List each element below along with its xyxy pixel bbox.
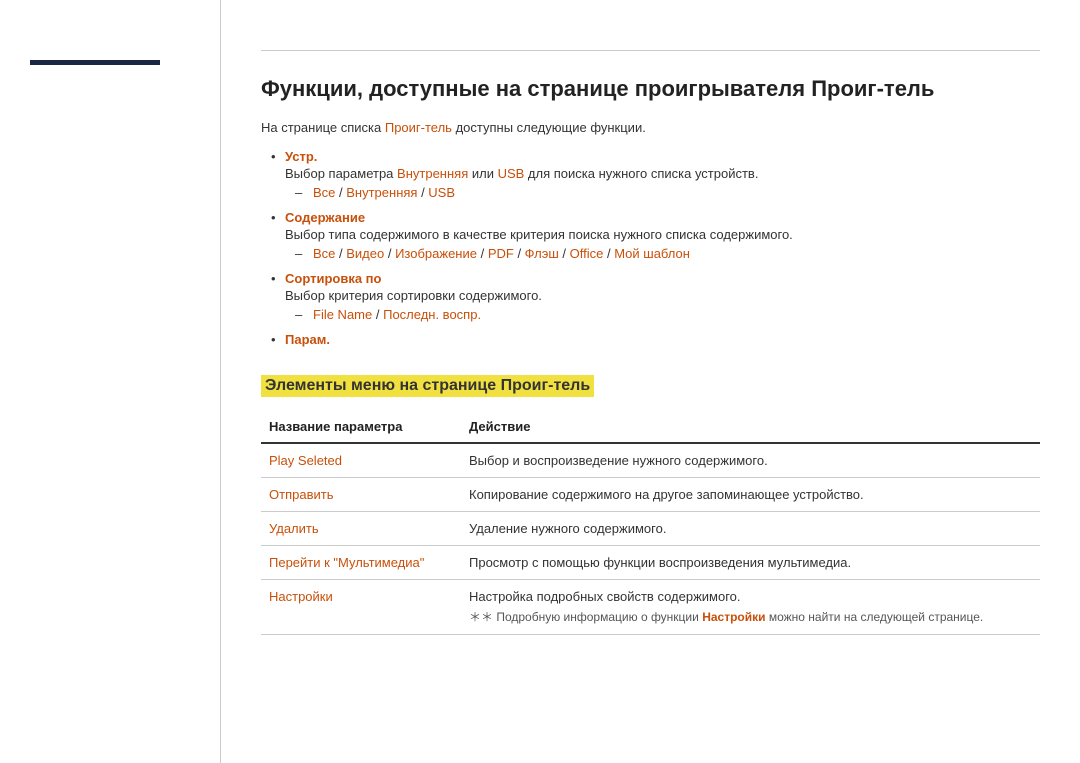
- bullet-label-sort: Сортировка по: [285, 271, 381, 286]
- sort-description: Выбор критерия сортировки содержимого.: [285, 288, 1040, 303]
- list-item-sort: Сортировка по Выбор критерия сортировки …: [271, 271, 1040, 322]
- feature-list: Устр. Выбор параметра Внутренняя или USB…: [271, 149, 1040, 347]
- param-action-send: Копирование содержимого на другое запоми…: [461, 478, 1040, 512]
- link-pdf[interactable]: PDF: [488, 246, 514, 261]
- bullet-label-ustr: Устр.: [285, 149, 317, 164]
- ustr-description: Выбор параметра Внутренняя или USB для п…: [285, 166, 1040, 181]
- intro-text: На странице списка: [261, 120, 385, 135]
- link-filename[interactable]: File Name: [313, 307, 372, 322]
- intro-link[interactable]: Проиг-тель: [385, 120, 452, 135]
- table-row: Перейти к "Мультимедиа" Просмотр с помощ…: [261, 546, 1040, 580]
- param-action-delete: Удаление нужного содержимого.: [461, 512, 1040, 546]
- list-item-param: Парам.: [271, 332, 1040, 347]
- sort-sub-item: File Name / Последн. воспр.: [295, 307, 1040, 322]
- link-vnutrennyaya-2[interactable]: Внутренняя: [346, 185, 417, 200]
- section-heading: Элементы меню на странице Проиг-тель: [261, 375, 594, 397]
- param-action-settings: Настройка подробных свойств содержимого.…: [461, 580, 1040, 635]
- link-video[interactable]: Видео: [346, 246, 384, 261]
- bullet-label-content: Содержание: [285, 210, 365, 225]
- link-vse-1[interactable]: Все: [313, 185, 335, 200]
- param-name-settings: Настройки: [261, 580, 461, 635]
- page-title: Функции, доступные на странице проигрыва…: [261, 76, 1040, 102]
- params-table: Название параметра Действие Play Seleted…: [261, 413, 1040, 635]
- link-flash[interactable]: Флэш: [525, 246, 559, 261]
- link-image[interactable]: Изображение: [395, 246, 477, 261]
- table-row: Настройки Настройка подробных свойств со…: [261, 580, 1040, 635]
- link-vnutrennyaya[interactable]: Внутренняя: [397, 166, 468, 181]
- param-action-goto: Просмотр с помощью функции воспроизведен…: [461, 546, 1040, 580]
- content-sub-item: Все / Видео / Изображение / PDF / Флэш /…: [295, 246, 1040, 261]
- link-usb-2[interactable]: USB: [428, 185, 455, 200]
- link-lastplayed[interactable]: Последн. воспр.: [383, 307, 481, 322]
- link-usb[interactable]: USB: [498, 166, 525, 181]
- ustr-sub-item: Все / Внутренняя / USB: [295, 185, 1040, 200]
- intro-paragraph: На странице списка Проиг-тель доступны с…: [261, 120, 1040, 135]
- param-name-goto: Перейти к "Мультимедиа": [261, 546, 461, 580]
- col1-header: Название параметра: [261, 413, 461, 443]
- main-content: Функции, доступные на странице проигрыва…: [220, 0, 1080, 763]
- table-row: Отправить Копирование содержимого на дру…: [261, 478, 1040, 512]
- table-row: Play Seleted Выбор и воспроизведение нуж…: [261, 443, 1040, 478]
- sidebar-accent: [30, 60, 160, 65]
- link-vse-2[interactable]: Все: [313, 246, 335, 261]
- settings-note: ＊＊ Подробную информацию о функции Настро…: [469, 608, 1032, 625]
- top-divider: [261, 50, 1040, 51]
- list-item-ustr: Устр. Выбор параметра Внутренняя или USB…: [271, 149, 1040, 200]
- sidebar: [0, 0, 220, 763]
- param-name-delete: Удалить: [261, 512, 461, 546]
- param-action-playseleted: Выбор и воспроизведение нужного содержим…: [461, 443, 1040, 478]
- bullet-label-param: Парам.: [285, 332, 330, 347]
- content-description: Выбор типа содержимого в качестве критер…: [285, 227, 1040, 242]
- page-container: Функции, доступные на странице проигрыва…: [0, 0, 1080, 763]
- table-row: Удалить Удаление нужного содержимого.: [261, 512, 1040, 546]
- param-name-playseleted: Play Seleted: [261, 443, 461, 478]
- intro-suffix: доступны следующие функции.: [452, 120, 646, 135]
- link-office[interactable]: Office: [570, 246, 604, 261]
- settings-note-link: Настройки: [702, 610, 765, 624]
- col2-header: Действие: [461, 413, 1040, 443]
- table-header-row: Название параметра Действие: [261, 413, 1040, 443]
- param-name-send: Отправить: [261, 478, 461, 512]
- list-item-content: Содержание Выбор типа содержимого в каче…: [271, 210, 1040, 261]
- link-mytemplate[interactable]: Мой шаблон: [614, 246, 690, 261]
